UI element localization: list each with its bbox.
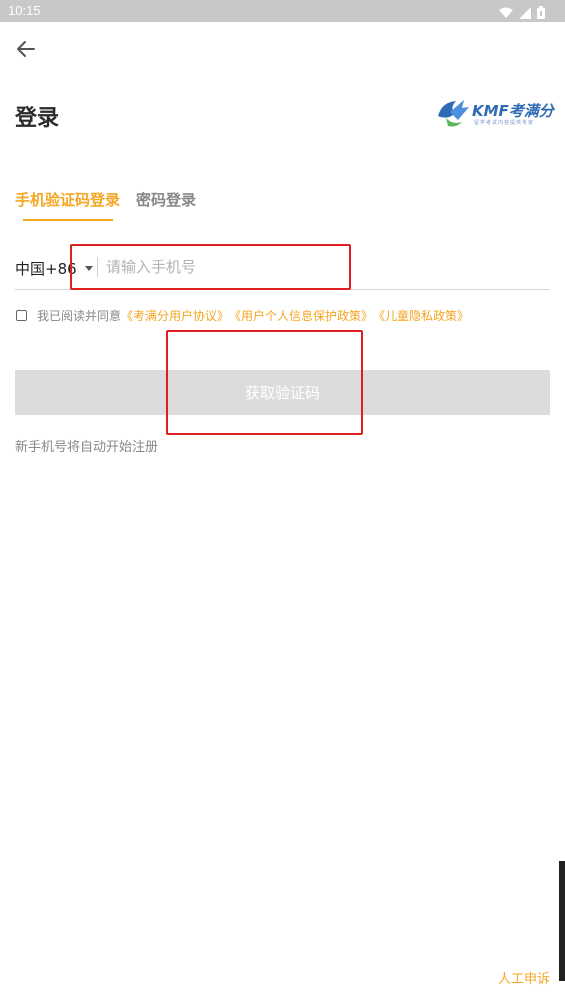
user-agreement-link[interactable]: 《考满分用户协议》 (121, 307, 229, 324)
back-button[interactable] (14, 38, 38, 60)
manual-appeal-link[interactable]: 人工申诉 (498, 968, 550, 987)
battery-icon (537, 4, 545, 23)
arrow-left-icon (17, 41, 35, 57)
active-tab-indicator (23, 219, 113, 221)
logo-tagline: 留学考试内容提供专家 (474, 120, 535, 126)
privacy-policy-link[interactable]: 《用户个人信息保护政策》 (229, 307, 373, 324)
children-privacy-link[interactable]: 《儿童隐私政策》 (373, 307, 469, 324)
status-time: 10:15 (8, 3, 41, 18)
tab-sms-login[interactable]: 手机验证码登录 (15, 189, 120, 210)
tab-password-login[interactable]: 密码登录 (136, 189, 196, 210)
agreement-row: 我已阅读并同意 《考满分用户协议》 《用户个人信息保护政策》 《儿童隐私政策》 (16, 307, 469, 324)
agreement-prefix: 我已阅读并同意 (37, 309, 122, 323)
annotation-box-phone (70, 244, 351, 290)
signal-icon (519, 4, 531, 23)
logo-mark-icon (438, 100, 469, 127)
register-hint: 新手机号将自动开始注册 (15, 440, 159, 455)
scrollbar[interactable] (559, 861, 565, 981)
country-code-label: 中国+86 (15, 260, 77, 278)
status-bar: 10:15 (0, 0, 565, 22)
agreement-checkbox[interactable] (16, 310, 27, 321)
wifi-icon (499, 4, 513, 23)
page-title: 登录 (15, 106, 60, 131)
annotation-box-button (166, 330, 363, 435)
status-icons (499, 4, 545, 23)
logo-text: KMF考满分 (472, 102, 554, 120)
kmf-logo: KMF考满分 留学考试内容提供专家 (436, 98, 554, 130)
